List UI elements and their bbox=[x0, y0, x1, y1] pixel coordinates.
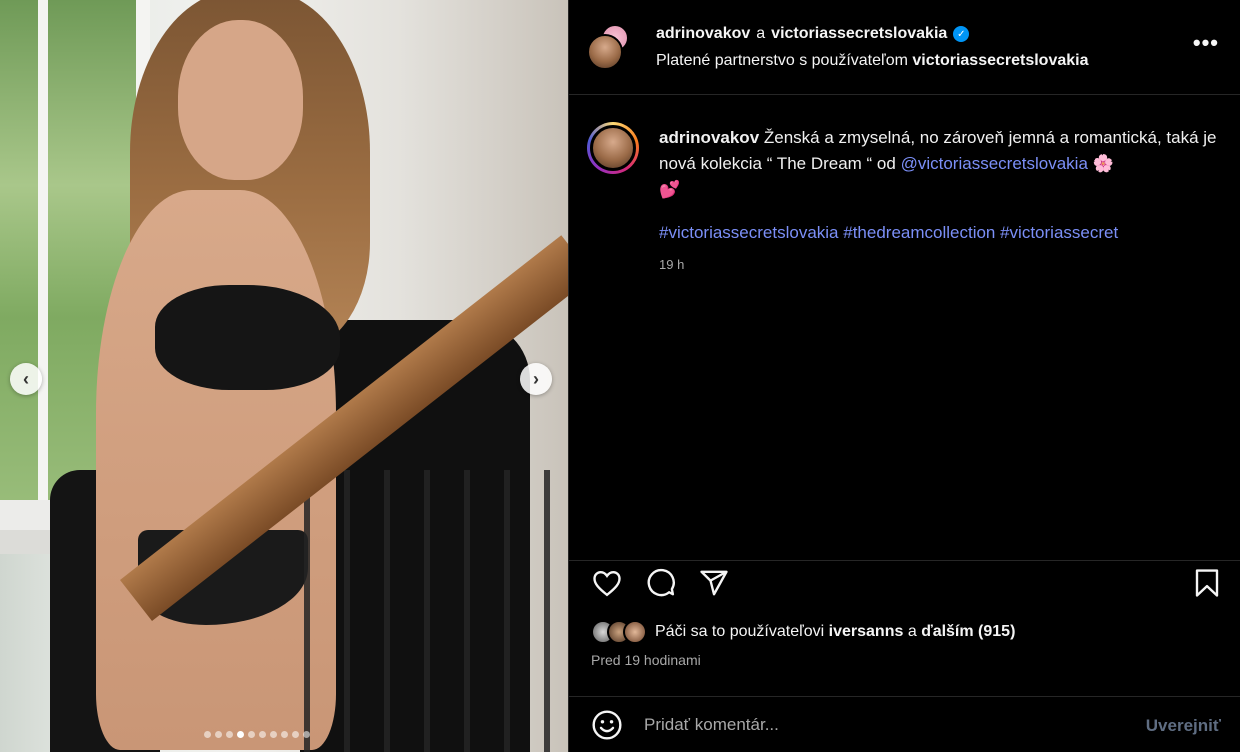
cherry-blossom-emoji: 🌸 bbox=[1092, 154, 1114, 174]
comment-button[interactable] bbox=[645, 567, 677, 599]
carousel-next-button[interactable]: › bbox=[520, 363, 552, 395]
likes-text: Páči sa to používateľovi iversanns a ďal… bbox=[655, 623, 1015, 641]
carousel-prev-button[interactable]: ‹ bbox=[10, 363, 42, 395]
carousel-dot bbox=[270, 731, 277, 738]
comment-input[interactable] bbox=[644, 711, 1114, 739]
header-title: adrinovakov a victoriassecretslovakia ✓ bbox=[656, 25, 970, 43]
carousel-dot bbox=[259, 731, 266, 738]
likes-user[interactable]: iversanns bbox=[829, 623, 904, 640]
post-side-panel: adrinovakov a victoriassecretslovakia ✓ … bbox=[568, 0, 1240, 752]
caption-avatar[interactable] bbox=[587, 122, 639, 174]
paid-partnership-line: Platené partnerstvo s používateľom victo… bbox=[656, 52, 1089, 70]
share-button[interactable] bbox=[698, 567, 730, 599]
likes-prefix: Páči sa to používateľovi bbox=[655, 623, 825, 640]
carousel-dot bbox=[215, 731, 222, 738]
chevron-right-icon: › bbox=[533, 368, 539, 389]
action-bar bbox=[569, 560, 1240, 604]
chevron-left-icon: ‹ bbox=[23, 368, 29, 389]
carousel-dot bbox=[292, 731, 299, 738]
carousel-dot bbox=[248, 731, 255, 738]
partner-username[interactable]: victoriassecretslovakia bbox=[771, 25, 947, 43]
collab-avatars[interactable] bbox=[587, 22, 639, 74]
post-timestamp[interactable]: Pred 19 hodinami bbox=[591, 652, 701, 668]
carousel-dot bbox=[281, 731, 288, 738]
heart-icon bbox=[593, 570, 621, 597]
post-header: adrinovakov a victoriassecretslovakia ✓ … bbox=[569, 0, 1240, 95]
header-connector: a bbox=[756, 25, 766, 42]
caption-hashtags[interactable]: #victoriassecretslovakia #thedreamcollec… bbox=[659, 223, 1217, 243]
paper-plane-icon bbox=[700, 570, 728, 596]
caption-username[interactable]: adrinovakov bbox=[659, 128, 759, 147]
author-avatar bbox=[587, 34, 623, 70]
carousel-dot bbox=[237, 731, 244, 738]
author-username[interactable]: adrinovakov bbox=[656, 25, 750, 43]
caption-mention[interactable]: @victoriassecretslovakia bbox=[901, 154, 1088, 173]
post-media: ‹ › bbox=[0, 0, 568, 752]
caption-time: 19 h bbox=[659, 257, 685, 272]
post-comment-button[interactable]: Uverejniť bbox=[1146, 716, 1221, 736]
likes-others[interactable]: ďalším (915) bbox=[921, 623, 1015, 640]
caption-text: adrinovakov Ženská a zmyselná, no zárove… bbox=[659, 125, 1219, 203]
carousel-dot bbox=[303, 731, 310, 738]
likes-connector: a bbox=[907, 623, 917, 640]
partnership-prefix: Platené partnerstvo s používateľom bbox=[656, 52, 908, 69]
lingerie-top bbox=[155, 285, 340, 390]
partnership-user[interactable]: victoriassecretslovakia bbox=[912, 52, 1088, 69]
carousel-dots bbox=[204, 731, 310, 738]
emoji-picker-button[interactable] bbox=[591, 709, 623, 741]
comment-icon bbox=[647, 568, 675, 597]
liker-avatar bbox=[623, 620, 647, 644]
comment-composer: Uverejniť bbox=[569, 696, 1240, 752]
carousel-dot bbox=[204, 731, 211, 738]
iron-balustrade bbox=[270, 470, 568, 752]
like-button[interactable] bbox=[591, 567, 623, 599]
bookmark-icon bbox=[1195, 569, 1219, 597]
hearts-emoji: 💕 bbox=[659, 180, 681, 200]
verified-badge-icon: ✓ bbox=[953, 26, 970, 42]
smiley-icon bbox=[592, 710, 622, 740]
liker-avatars[interactable] bbox=[591, 620, 647, 644]
save-button[interactable] bbox=[1191, 567, 1223, 599]
model-face bbox=[178, 20, 303, 180]
post-caption: adrinovakov Ženská a zmyselná, no zárove… bbox=[569, 95, 1240, 272]
likes-summary: Páči sa to používateľovi iversanns a ďal… bbox=[591, 620, 1015, 644]
more-options-button[interactable]: ••• bbox=[1193, 30, 1219, 56]
carousel-dot bbox=[226, 731, 233, 738]
